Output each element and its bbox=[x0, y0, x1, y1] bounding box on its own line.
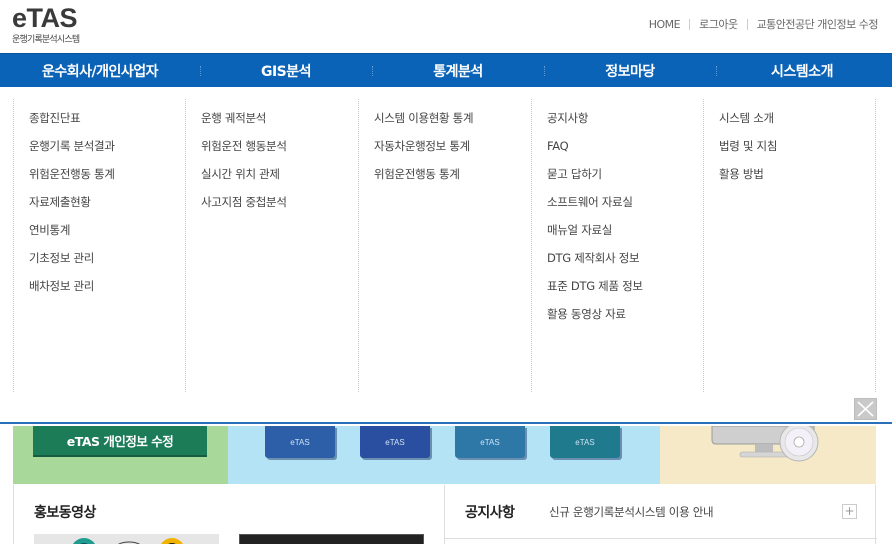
home-link[interactable]: HOME bbox=[649, 18, 681, 31]
close-menu-button[interactable] bbox=[854, 398, 877, 420]
submenu-statistics: 시스템 이용현황 통계 자동차운행정보 통계 위험운전행동 통계 bbox=[359, 99, 532, 392]
divider bbox=[746, 18, 748, 30]
submenu-item[interactable]: 묻고 답하기 bbox=[547, 165, 703, 193]
nav-statistics[interactable]: 통계분석 bbox=[372, 54, 544, 87]
banner-strip: eTAS 개인정보 수정 eTAS eTAS eTAS eTAS bbox=[13, 422, 876, 484]
main-navigation: 운수회사/개인사업자 GIS분석 통계분석 정보마당 시스템소개 bbox=[0, 53, 892, 87]
video-thumbnail[interactable] bbox=[239, 534, 424, 544]
submenu-item[interactable]: 활용 방법 bbox=[719, 165, 875, 193]
submenu-item[interactable]: 자료제출현황 bbox=[29, 193, 185, 221]
submenu-item[interactable]: 시스템 소개 bbox=[719, 109, 875, 137]
promo-video-title: 홍보동영상 bbox=[34, 505, 96, 521]
banner-manuals[interactable]: eTAS eTAS eTAS eTAS bbox=[228, 426, 660, 484]
monitor-cd-icon bbox=[711, 422, 819, 462]
submenu-item[interactable]: 실시간 위치 관제 bbox=[201, 165, 358, 193]
manual-book: eTAS bbox=[265, 426, 335, 458]
nav-system[interactable]: 시스템소개 bbox=[716, 54, 888, 87]
banner-green: eTAS 개인정보 수정 bbox=[13, 426, 228, 484]
submenu-item[interactable]: 위험운전행동 통계 bbox=[29, 165, 185, 193]
submenu-item[interactable]: FAQ bbox=[547, 137, 703, 165]
close-icon bbox=[857, 401, 874, 417]
submenu-item[interactable]: 운행 궤적분석 bbox=[201, 109, 358, 137]
video-thumbnail-art bbox=[73, 538, 183, 544]
notice-latest-link[interactable]: 신규 운행기록분석시스템 이용 안내 bbox=[549, 504, 714, 520]
submenu-item[interactable]: 법령 및 지침 bbox=[719, 137, 875, 165]
manual-book: eTAS bbox=[550, 426, 620, 458]
etas-logo[interactable]: eTAS 운행기록분석시스템 bbox=[12, 3, 80, 45]
submenu-item[interactable]: 기초정보 관리 bbox=[29, 249, 185, 277]
submenu-item[interactable]: 연비통계 bbox=[29, 221, 185, 249]
utility-links: HOME 로그아웃 교통안전공단 개인정보 수정 bbox=[649, 16, 879, 32]
submenu-item[interactable]: 표준 DTG 제품 정보 bbox=[547, 277, 703, 305]
edit-profile-link[interactable]: 교통안전공단 개인정보 수정 bbox=[757, 16, 879, 32]
nav-carrier[interactable]: 운수회사/개인사업자 bbox=[0, 54, 200, 87]
notice-box: 공지사항 신규 운행기록분석시스템 이용 안내 + bbox=[445, 485, 877, 544]
logo-text: eTAS bbox=[12, 3, 78, 33]
submenu-info: 공지사항 FAQ 묻고 답하기 소프트웨어 자료실 매뉴얼 자료실 DTG 제작… bbox=[532, 99, 704, 392]
divider bbox=[689, 18, 691, 30]
submenu-system: 시스템 소개 법령 및 지침 활용 방법 bbox=[704, 99, 876, 392]
banner-software[interactable] bbox=[660, 422, 876, 484]
manual-book: eTAS bbox=[455, 426, 525, 458]
submenu-item[interactable]: 종합진단표 bbox=[29, 109, 185, 137]
submenu-item[interactable]: 위험운전 행동분석 bbox=[201, 137, 358, 165]
submenu-item[interactable]: DTG 제작회사 정보 bbox=[547, 249, 703, 277]
manual-book: eTAS bbox=[360, 426, 430, 458]
submenu-carrier: 종합진단표 운행기록 분석결과 위험운전행동 통계 자료제출현황 연비통계 기초… bbox=[13, 99, 186, 392]
submenu-item[interactable]: 매뉴얼 자료실 bbox=[547, 221, 703, 249]
promo-video-box: 홍보동영상 bbox=[14, 485, 445, 544]
mega-menu-panel: 종합진단표 운행기록 분석결과 위험운전행동 통계 자료제출현황 연비통계 기초… bbox=[0, 87, 892, 424]
submenu-item[interactable]: 시스템 이용현황 통계 bbox=[374, 109, 531, 137]
submenu-item[interactable]: 활용 동영상 자료 bbox=[547, 305, 703, 333]
submenu-item[interactable]: 자동차운행정보 통계 bbox=[374, 137, 531, 165]
submenu-item[interactable]: 공지사항 bbox=[547, 109, 703, 137]
submenu-gis: 운행 궤적분석 위험운전 행동분석 실시간 위치 관제 사고지점 중첩분석 bbox=[186, 99, 359, 392]
nav-info[interactable]: 정보마당 bbox=[544, 54, 716, 87]
notice-title: 공지사항 bbox=[465, 505, 515, 521]
logout-link[interactable]: 로그아웃 bbox=[699, 16, 738, 32]
submenu-item[interactable]: 운행기록 분석결과 bbox=[29, 137, 185, 165]
nav-gis[interactable]: GIS분석 bbox=[200, 54, 372, 87]
bottom-section: 홍보동영상 공지사항 신규 운행기록분석시스템 이용 안내 + bbox=[13, 485, 877, 544]
divider bbox=[445, 538, 877, 539]
submenu-item[interactable]: 위험운전행동 통계 bbox=[374, 165, 531, 193]
more-plus-icon[interactable]: + bbox=[842, 504, 857, 519]
submenu-item[interactable]: 사고지점 중첩분석 bbox=[201, 193, 358, 221]
logo-subtitle: 운행기록분석시스템 bbox=[12, 35, 80, 45]
submenu-item[interactable]: 배차정보 관리 bbox=[29, 277, 185, 305]
edit-profile-button[interactable]: eTAS 개인정보 수정 bbox=[33, 426, 207, 457]
video-thumbnail[interactable] bbox=[34, 534, 219, 544]
header: eTAS 운행기록분석시스템 HOME 로그아웃 교통안전공단 개인정보 수정 bbox=[0, 0, 892, 53]
submenu-item[interactable]: 소프트웨어 자료실 bbox=[547, 193, 703, 221]
